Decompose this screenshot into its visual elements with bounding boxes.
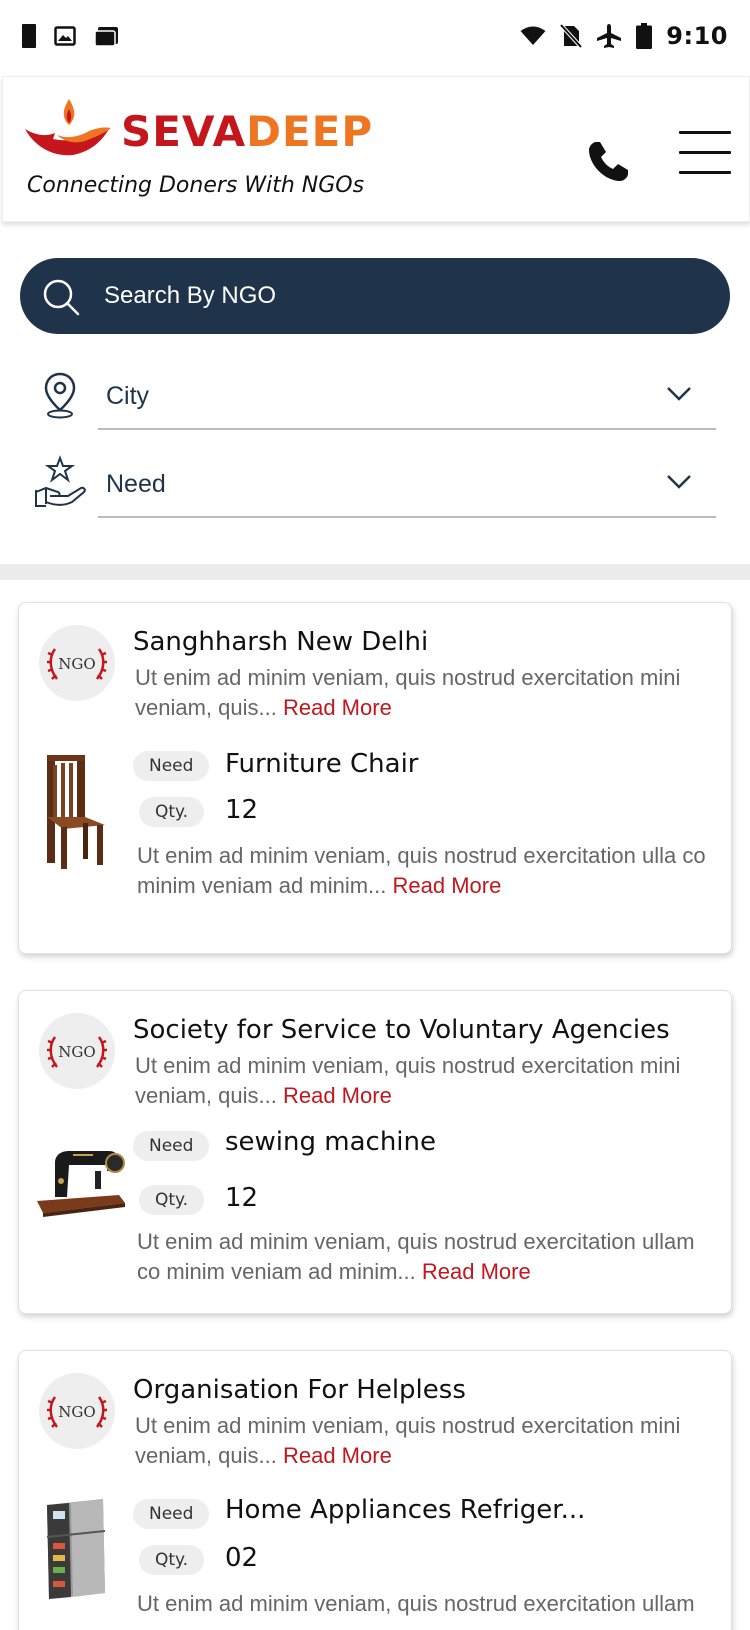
read-more-link[interactable]: Read More (283, 695, 392, 720)
brand-name-part1: SEVA (121, 107, 247, 156)
sewing-machine-icon (37, 1151, 125, 1217)
item-description-text: Ut enim ad minim veniam, quis nostrud ex… (137, 1229, 695, 1284)
chair-icon (47, 755, 105, 869)
menu-bar (679, 131, 731, 134)
qty-value: 12 (225, 1183, 259, 1213)
need-pill: Need (133, 751, 210, 781)
ngo-card[interactable]: NGO Organisation For Helpless Ut enim ad… (18, 1350, 732, 1630)
menu-bar (679, 151, 731, 154)
ngo-title[interactable]: Sanghharsh New Delhi (133, 627, 428, 657)
sim-card-icon (22, 24, 36, 48)
brand-name-part2: DEEP (246, 107, 374, 156)
city-filter[interactable]: City (30, 364, 720, 434)
laurel-icon: NGO (47, 1396, 107, 1428)
qty-pill: Qty. (139, 797, 205, 827)
ngo-card[interactable]: NGO Society for Service to Voluntary Age… (18, 990, 732, 1314)
qty-value: 12 (225, 795, 259, 825)
phone-icon (589, 142, 628, 181)
diya-lamp-icon (25, 99, 111, 156)
chevron-down-icon (667, 387, 691, 401)
ngo-title[interactable]: Society for Service to Voluntary Agencie… (133, 1015, 670, 1045)
chevron-down-icon (667, 475, 691, 489)
wifi-icon (520, 26, 546, 45)
ngo-badge-text: NGO (58, 1043, 95, 1061)
read-more-link[interactable]: Read More (393, 873, 502, 898)
qty-pill: Qty. (139, 1545, 205, 1575)
qty-pill: Qty. (139, 1185, 205, 1215)
laurel-icon: NGO (47, 1036, 107, 1068)
read-more-link[interactable]: Read More (283, 1083, 392, 1108)
search-icon (43, 279, 80, 316)
item-description: Ut enim ad minim veniam, quis nostrud ex… (137, 841, 717, 901)
item-description: Ut enim ad minim veniam, quis nostrud ex… (137, 1589, 717, 1619)
menu-bar (679, 171, 731, 174)
tagline: Connecting Doners With NGOs (27, 173, 365, 198)
need-item-name: sewing machine (225, 1127, 437, 1157)
ngo-badge: NGO (39, 625, 115, 701)
need-pill: Need (133, 1131, 210, 1161)
need-filter[interactable]: Need (30, 452, 720, 522)
ngo-description-text: Ut enim ad minim veniam, quis nostrud ex… (135, 1053, 681, 1108)
read-more-link[interactable]: Read More (283, 1443, 392, 1468)
battery-icon (636, 23, 653, 49)
ngo-badge-text: NGO (58, 1403, 95, 1421)
ngo-description: Ut enim ad minim veniam, quis nostrud ex… (135, 1411, 715, 1471)
briefcase-icon (94, 27, 118, 47)
need-item-name: Furniture Chair (225, 749, 419, 779)
need-label: Need (106, 470, 166, 498)
image-icon (54, 26, 76, 46)
search-input[interactable] (104, 258, 684, 334)
laurel-icon: NGO (47, 648, 107, 680)
refrigerator-icon (46, 1499, 106, 1599)
ngo-description-text: Ut enim ad minim veniam, quis nostrud ex… (135, 1413, 681, 1468)
section-divider (0, 564, 750, 580)
ngo-card[interactable]: NGO Sanghharsh New Delhi Ut enim ad mini… (18, 602, 732, 954)
app-header: SEVADEEP Connecting Doners With NGOs (2, 76, 750, 222)
need-pill: Need (133, 1499, 210, 1529)
sevadeep-logo[interactable]: SEVADEEP (23, 95, 373, 165)
clock-time: 9:10 (666, 22, 728, 50)
ngo-badge: NGO (39, 1373, 115, 1449)
hand-star-icon (35, 455, 86, 507)
search-bar[interactable] (20, 258, 730, 334)
ngo-description: Ut enim ad minim veniam, quis nostrud ex… (135, 663, 715, 723)
ngo-badge-text: NGO (58, 655, 95, 673)
location-pin-icon (44, 372, 76, 419)
read-more-link[interactable]: Read More (422, 1259, 531, 1284)
hamburger-menu-button[interactable] (679, 131, 731, 177)
city-label: City (106, 382, 150, 410)
ngo-description-text: Ut enim ad minim veniam, quis nostrud ex… (135, 665, 681, 720)
need-dropdown[interactable]: Need (98, 452, 716, 518)
item-description-text: Ut enim ad minim veniam, quis nostrud ex… (137, 1591, 695, 1616)
item-description: Ut enim ad minim veniam, quis nostrud ex… (137, 1227, 717, 1287)
no-sim-icon (560, 24, 583, 48)
qty-value: 02 (225, 1543, 259, 1573)
brand-name: SEVADEEP (121, 107, 373, 156)
city-dropdown[interactable]: City (98, 364, 716, 430)
ngo-badge: NGO (39, 1013, 115, 1089)
ngo-title[interactable]: Organisation For Helpless (133, 1375, 466, 1405)
call-button[interactable] (587, 139, 631, 183)
need-item-name: Home Appliances Refriger... (225, 1495, 586, 1525)
status-bar: 9:10 (0, 0, 750, 76)
airplane-icon (597, 24, 622, 48)
ngo-description: Ut enim ad minim veniam, quis nostrud ex… (135, 1051, 715, 1111)
